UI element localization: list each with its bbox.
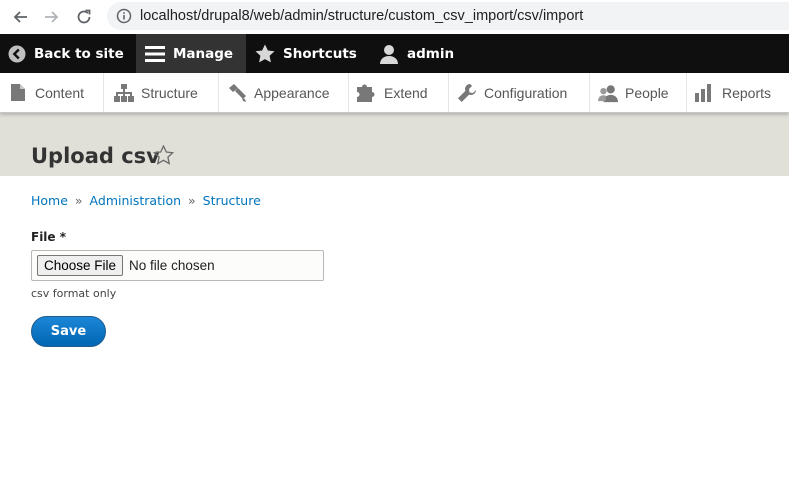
browser-toolbar: localhost/drupal8/web/admin/structure/cu… xyxy=(0,0,789,34)
breadcrumb-structure[interactable]: Structure xyxy=(203,193,261,208)
address-bar[interactable]: localhost/drupal8/web/admin/structure/cu… xyxy=(107,2,789,30)
menu-item-configuration[interactable]: Configuration xyxy=(449,73,590,112)
manage-label: Manage xyxy=(173,45,234,62)
menu-item-structure-label: Structure xyxy=(141,84,198,101)
manage-tab[interactable]: Manage xyxy=(136,34,246,73)
shortcuts-label: Shortcuts xyxy=(283,45,357,62)
hamburger-icon xyxy=(145,45,165,63)
breadcrumb-separator: » xyxy=(188,193,196,208)
breadcrumb-administration[interactable]: Administration xyxy=(90,193,181,208)
puzzle-icon xyxy=(357,83,377,103)
menu-item-reports-label: Reports xyxy=(722,84,772,101)
people-icon xyxy=(598,83,618,103)
info-icon[interactable] xyxy=(116,8,132,24)
add-shortcut-star-icon[interactable] xyxy=(152,144,175,169)
back-to-site-label: Back to site xyxy=(34,45,124,62)
browser-back-button[interactable] xyxy=(5,2,35,32)
breadcrumb-separator: » xyxy=(74,193,83,208)
choose-file-button[interactable]: Choose File xyxy=(37,255,124,276)
browser-forward-button[interactable] xyxy=(37,2,67,32)
circle-arrow-left-icon xyxy=(8,45,26,63)
bar-chart-icon xyxy=(695,83,715,103)
no-file-chosen-text: No file chosen xyxy=(129,258,215,273)
menu-item-reports[interactable]: Reports xyxy=(687,73,789,112)
menu-item-people-label: People xyxy=(625,84,669,101)
menu-item-appearance[interactable]: Appearance xyxy=(219,73,349,112)
page-title: Upload csv xyxy=(31,144,160,168)
user-label: admin xyxy=(407,45,455,62)
file-upload-input[interactable]: Choose File No file chosen xyxy=(31,250,324,281)
menu-item-content-label: Content xyxy=(35,84,85,101)
star-filled-icon xyxy=(255,44,275,63)
user-icon xyxy=(379,44,399,64)
file-icon xyxy=(8,83,28,103)
file-field-description: csv format only xyxy=(31,287,117,300)
wrench-icon xyxy=(457,83,477,103)
menu-item-configuration-label: Configuration xyxy=(484,84,568,101)
breadcrumb-home[interactable]: Home xyxy=(31,193,68,208)
back-to-site-link[interactable]: Back to site xyxy=(0,34,136,73)
menu-item-people[interactable]: People xyxy=(590,73,687,112)
file-field-label: File * xyxy=(31,230,67,244)
save-button[interactable]: Save xyxy=(31,316,106,347)
menu-item-content[interactable]: Content xyxy=(0,73,104,112)
arrow-right-icon xyxy=(45,11,59,23)
shortcuts-tab[interactable]: Shortcuts xyxy=(246,34,362,73)
menu-item-extend-label: Extend xyxy=(384,84,428,101)
reload-icon xyxy=(77,9,91,24)
user-tab[interactable]: admin xyxy=(362,34,454,73)
browser-reload-button[interactable] xyxy=(69,2,99,32)
arrow-left-icon xyxy=(13,11,27,23)
admin-toolbar: Back to site Manage Shortcuts admin xyxy=(0,34,789,73)
sitemap-icon xyxy=(114,83,134,103)
breadcrumb: Home » Administration » Structure xyxy=(31,193,261,208)
admin-menu-tray: Content Structure Appearance Extend Conf… xyxy=(0,73,789,113)
menu-item-appearance-label: Appearance xyxy=(254,84,330,101)
brush-icon xyxy=(227,83,247,103)
url-text: localhost/drupal8/web/admin/structure/cu… xyxy=(140,8,584,24)
menu-item-structure[interactable]: Structure xyxy=(104,73,219,112)
menu-item-extend[interactable]: Extend xyxy=(349,73,449,112)
